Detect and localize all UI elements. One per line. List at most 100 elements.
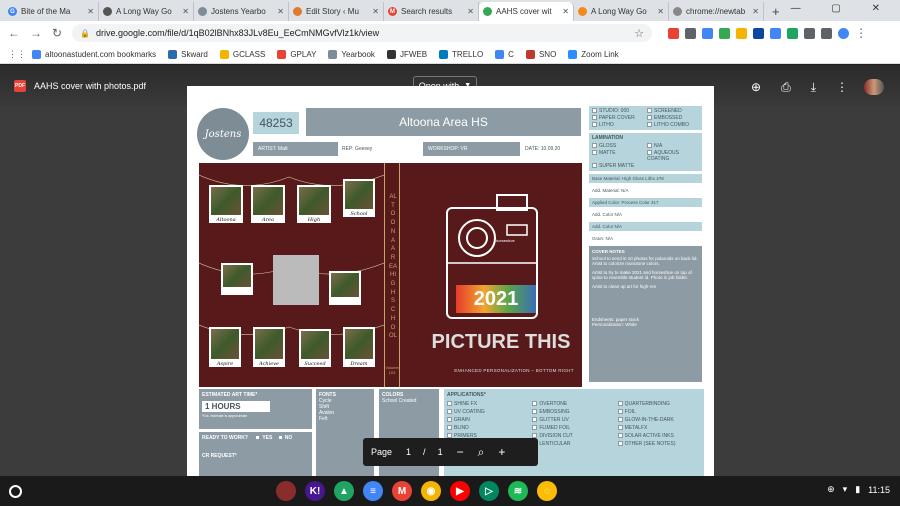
browser-tab[interactable]: chrome://newtab ✕ — [669, 2, 764, 21]
checkbox[interactable] — [647, 143, 652, 149]
add-to-drive-icon[interactable]: ⊕ — [751, 80, 761, 94]
gmail-app-icon[interactable]: M — [392, 481, 412, 501]
checkbox[interactable] — [617, 425, 623, 431]
browser-tab[interactable]: G Bite of the Ma ✕ — [4, 2, 99, 21]
zoom-out-icon[interactable]: − — [457, 445, 464, 459]
bookmark-item[interactable]: Yearbook — [328, 49, 375, 59]
checkbox[interactable] — [447, 417, 452, 423]
checkbox[interactable] — [532, 417, 538, 423]
drive-app-icon[interactable]: ▲ — [334, 481, 354, 501]
bookmark-item[interactable]: GPLAY — [277, 49, 316, 59]
checkbox[interactable] — [592, 150, 597, 156]
bookmark-item[interactable]: SNO — [525, 49, 556, 59]
page-current[interactable]: 1 — [406, 447, 411, 457]
ready-yes-checkbox[interactable] — [255, 435, 261, 441]
checkbox[interactable] — [592, 108, 597, 114]
kahoot-app-icon[interactable]: K! — [305, 481, 325, 501]
play-app-icon[interactable]: ▷ — [479, 481, 499, 501]
checkbox[interactable] — [647, 122, 652, 128]
extension-icon[interactable] — [770, 27, 782, 39]
browser-tab[interactable]: A Long Way Go ✕ — [574, 2, 669, 21]
profile-icon[interactable] — [838, 27, 850, 39]
extension-icon[interactable] — [753, 27, 765, 39]
checkbox[interactable] — [617, 417, 623, 423]
bookmark-item[interactable]: GCLASS — [219, 49, 265, 59]
puzzle-icon[interactable] — [804, 27, 816, 39]
extension-icon[interactable] — [668, 27, 680, 39]
bookmark-star-icon[interactable]: ☆ — [634, 27, 644, 40]
cast-icon[interactable] — [821, 27, 833, 39]
close-icon[interactable]: ✕ — [372, 7, 379, 16]
download-icon[interactable]: ⤓ — [811, 80, 816, 95]
avatar[interactable] — [864, 79, 884, 95]
system-tray[interactable]: ⊕ ▾ ▮ 11:15 — [819, 484, 890, 495]
spotify-app-icon[interactable]: ≋ — [508, 481, 528, 501]
checkbox[interactable] — [647, 115, 652, 121]
checkbox[interactable] — [532, 401, 538, 407]
bookmark-item[interactable]: altoonastudent.com bookmarks — [32, 49, 156, 59]
browser-tab[interactable]: Edit Story ‹ Mu ✕ — [289, 2, 384, 21]
docs-app-icon[interactable]: ≡ — [363, 481, 383, 501]
checkbox[interactable] — [617, 441, 623, 447]
launcher-icon[interactable] — [9, 484, 22, 498]
bookmark-item[interactable]: JFWEB — [386, 49, 427, 59]
checkbox[interactable] — [447, 409, 452, 415]
browser-tab[interactable]: Jostens Yearbo ✕ — [194, 2, 289, 21]
checkbox[interactable] — [447, 401, 452, 407]
battery-icon: ▮ — [855, 484, 861, 494]
checkbox[interactable] — [592, 115, 597, 121]
url-input[interactable]: 🔒 drive.google.com/file/d/1qB02lBNhx83JL… — [72, 24, 653, 42]
more-options-icon[interactable]: ⋮ — [836, 80, 848, 94]
close-icon[interactable]: ✕ — [752, 7, 759, 16]
photo-app-icon[interactable] — [276, 481, 296, 501]
checkbox[interactable] — [647, 150, 652, 156]
bookmark-item[interactable]: C — [495, 49, 514, 59]
zoom-icon[interactable]: ⌕ — [478, 445, 485, 460]
browser-tab[interactable]: A Long Way Go ✕ — [99, 2, 194, 21]
print-icon[interactable]: ⎙ — [781, 80, 791, 95]
close-icon[interactable]: ✕ — [657, 7, 664, 16]
photo-label: Altoona — [216, 217, 236, 223]
bookmark-item[interactable]: Skward — [168, 49, 208, 59]
checkbox[interactable] — [592, 143, 597, 149]
window-controls[interactable]: — ▢ ✕ — [791, 3, 894, 14]
apps-grid-icon[interactable]: ⋮⋮ — [8, 49, 26, 60]
add-icon[interactable]: ⊕ — [827, 484, 835, 495]
ready-no-checkbox[interactable] — [277, 435, 283, 441]
checkbox[interactable] — [447, 425, 452, 431]
checkbox[interactable] — [592, 163, 597, 169]
extension-icon[interactable] — [736, 27, 748, 39]
checkbox[interactable] — [647, 108, 652, 114]
keep-app-icon[interactable]: ◌ — [537, 481, 557, 501]
checkbox[interactable] — [617, 433, 623, 439]
new-tab-button[interactable]: + — [772, 4, 780, 19]
close-icon[interactable]: ✕ — [277, 7, 284, 16]
youtube-app-icon[interactable]: ▶ — [450, 481, 470, 501]
browser-tab[interactable]: M Search results ✕ — [384, 2, 479, 21]
checkbox[interactable] — [592, 122, 597, 128]
close-icon[interactable]: ✕ — [467, 7, 474, 16]
checkbox[interactable] — [617, 401, 623, 407]
checkbox[interactable] — [532, 425, 538, 431]
close-icon[interactable]: ✕ — [87, 7, 94, 16]
extension-icon[interactable] — [685, 27, 697, 39]
photo-image — [211, 329, 239, 359]
extension-icon[interactable] — [702, 27, 714, 39]
bookmark-favicon-icon — [277, 49, 287, 59]
close-icon[interactable]: ✕ — [182, 7, 189, 16]
zoom-in-icon[interactable]: + — [498, 445, 505, 459]
bookmark-item[interactable]: TRELLO — [439, 49, 483, 59]
extension-icon[interactable] — [719, 27, 731, 39]
chrome-app-icon[interactable]: ◉ — [421, 481, 441, 501]
menu-dots-icon[interactable]: ⋮ — [855, 26, 867, 40]
extension-icon[interactable] — [787, 27, 799, 39]
close-icon[interactable]: ✕ — [562, 7, 569, 16]
forward-icon[interactable]: → — [30, 26, 42, 40]
checkbox[interactable] — [532, 409, 538, 415]
browser-tab[interactable]: AAHS cover wit ✕ — [479, 2, 574, 21]
bookmark-item[interactable]: Zoom Link — [568, 49, 619, 59]
tab-title: Jostens Yearbo — [211, 7, 266, 16]
reload-icon[interactable]: ↻ — [52, 26, 62, 40]
checkbox[interactable] — [617, 409, 623, 415]
back-icon[interactable]: ← — [8, 26, 20, 40]
